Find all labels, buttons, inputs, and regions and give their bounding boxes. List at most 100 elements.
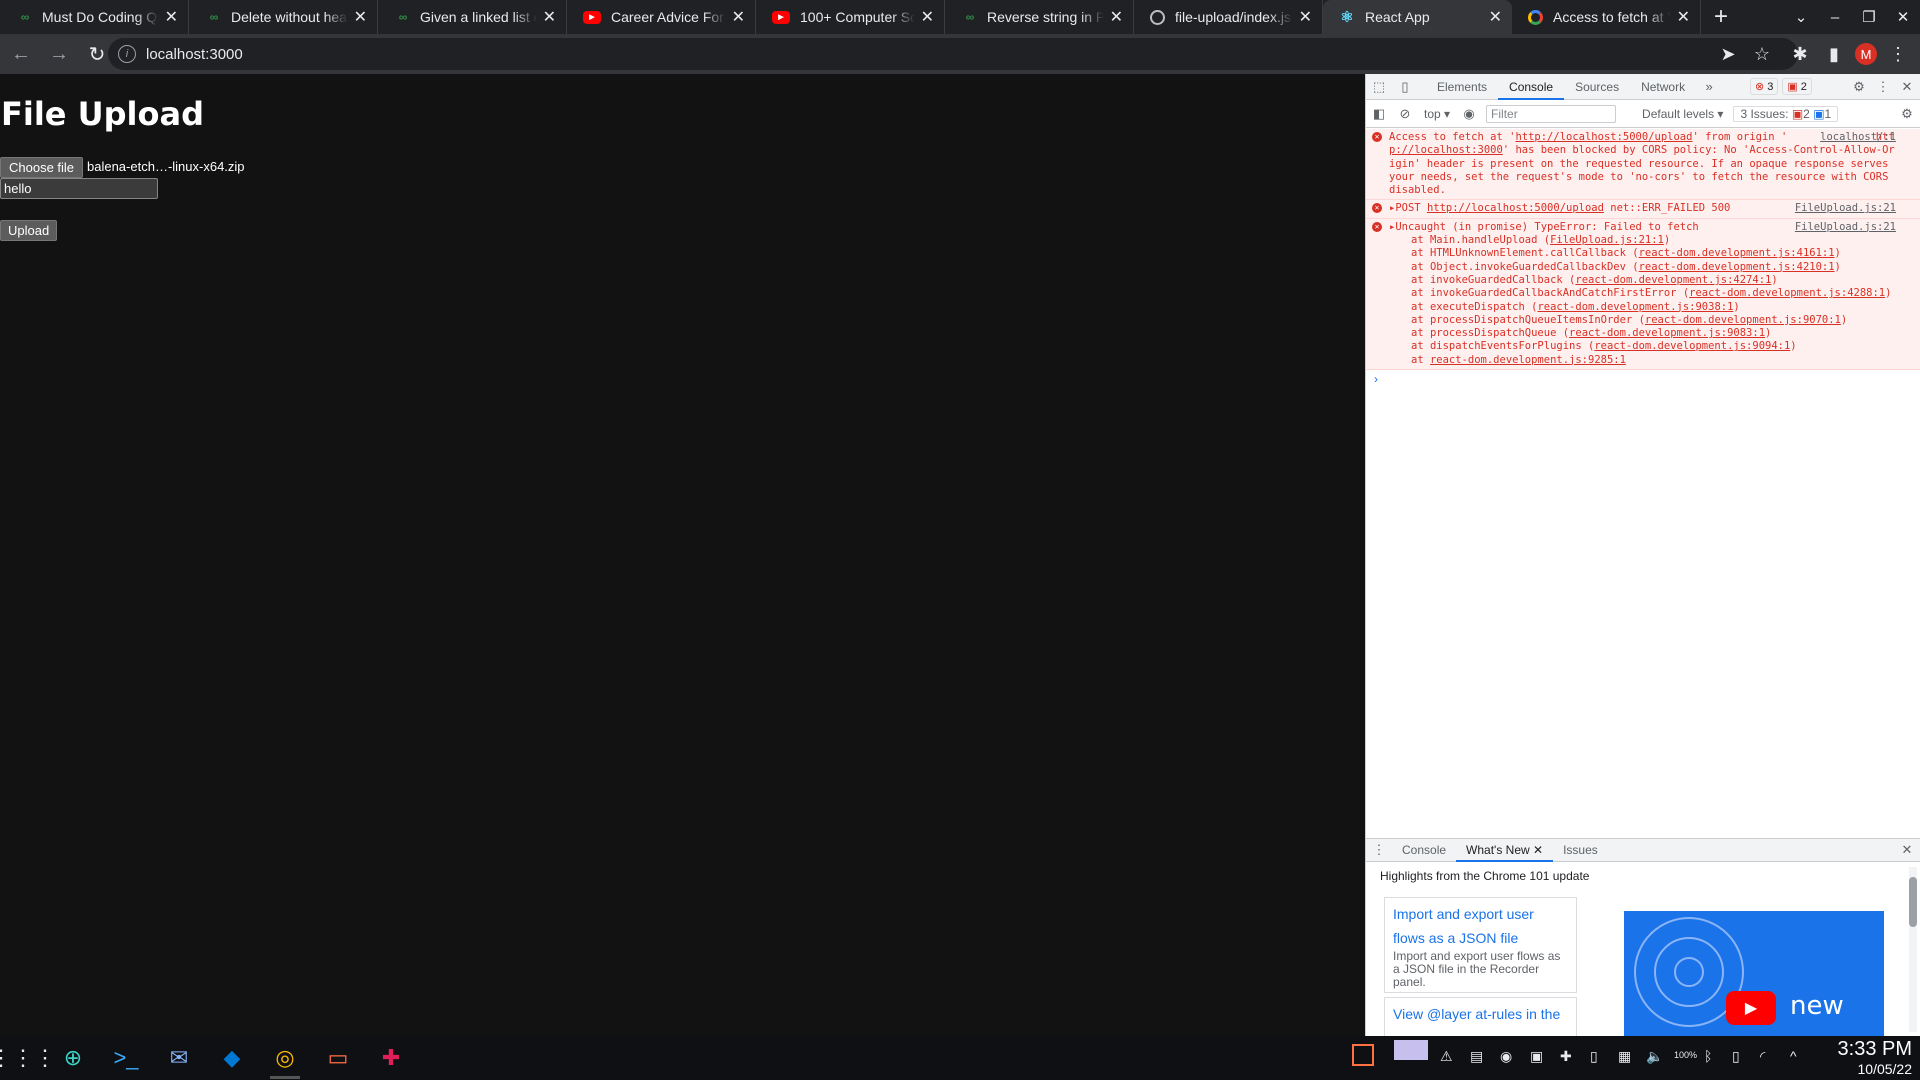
back-icon[interactable]: ← [4, 37, 38, 71]
tray-expand-icon[interactable]: ^ [1790, 1048, 1797, 1064]
slack-icon[interactable]: ✚ [372, 1040, 410, 1076]
close-tab-icon[interactable]: ✕ [1489, 7, 1502, 27]
mail-icon[interactable]: ✉ [160, 1040, 198, 1076]
source-link[interactable]: react-dom.development.js:4210:1 [1639, 261, 1835, 273]
console-filter-input[interactable]: Filter [1486, 104, 1617, 123]
maximize-icon[interactable]: ❐ [1852, 0, 1886, 34]
log-levels-select[interactable]: Default levels ▾ [1636, 107, 1729, 121]
site-info-icon[interactable]: i [118, 45, 136, 63]
url-link[interactable]: http://localhost:5000/upload [1515, 131, 1692, 143]
devtools-menu-icon[interactable]: ⋮ [1870, 74, 1896, 100]
files-icon[interactable]: ▭ [319, 1040, 357, 1076]
system-clock[interactable]: 3:33 PM 10/05/22 [1838, 1038, 1912, 1078]
drawer-tab[interactable]: What's New ✕ [1456, 839, 1554, 862]
clear-console-icon[interactable]: ⊘ [1392, 101, 1418, 127]
side-panel-icon[interactable]: ▮ [1817, 37, 1851, 71]
vscode-icon[interactable]: ◆ [213, 1040, 251, 1076]
active-window-preview[interactable] [1394, 1040, 1428, 1060]
screen-record-icon[interactable] [1352, 1044, 1374, 1066]
kebab-menu-icon[interactable]: ⋮ [1881, 37, 1915, 71]
issue-count-badge[interactable]: ▣ 2 [1782, 78, 1812, 95]
terminal-icon[interactable]: >_ [107, 1040, 145, 1076]
source-link[interactable]: react-dom.development.js:9285:1 [1430, 354, 1626, 366]
wifi-icon[interactable]: ◜ [1760, 1048, 1765, 1065]
url-link[interactable]: http://localhost:5000/upload [1427, 202, 1604, 214]
forward-icon[interactable]: → [42, 37, 76, 71]
browser-tab[interactable]: Access to fetch at 'ht ✕ [1512, 0, 1701, 34]
devtools-tab[interactable]: Network [1630, 74, 1696, 100]
package-icon[interactable]: ▣ [1530, 1048, 1543, 1065]
devtools-tab[interactable]: Elements [1426, 74, 1498, 100]
source-link[interactable]: FileUpload.js:21:1 [1550, 234, 1664, 246]
feature-card[interactable]: View @layer at-rules in the [1384, 997, 1577, 1037]
close-tab-icon[interactable]: ✕ [354, 7, 367, 27]
bluetooth-icon[interactable]: ᛒ [1704, 1048, 1712, 1064]
volume-icon[interactable]: 🔈 [1646, 1048, 1663, 1065]
browser-tab[interactable]: ▶ 100+ Computer Scie ✕ [756, 0, 945, 34]
source-link[interactable]: react-dom.development.js:9038:1 [1537, 301, 1733, 313]
minimize-icon[interactable]: – [1818, 0, 1852, 34]
message-source-link[interactable]: FileUpload.js:21 [1795, 221, 1896, 234]
settings-gear-icon[interactable]: ⚙ [1846, 74, 1872, 100]
close-window-icon[interactable]: ✕ [1886, 0, 1920, 34]
source-link[interactable]: react-dom.development.js:4288:1 [1689, 287, 1885, 299]
app-launcher-icon[interactable]: ⋮⋮⋮ [0, 1040, 56, 1076]
drawer-tab[interactable]: Issues [1553, 839, 1608, 862]
source-link[interactable]: react-dom.development.js:9094:1 [1594, 340, 1790, 352]
slack-tray-icon[interactable]: ✚ [1560, 1048, 1572, 1065]
browser-tab[interactable]: ∞ Given a linked list of ✕ [378, 0, 567, 34]
browser-tab[interactable]: ∞ Delete without head ✕ [189, 0, 378, 34]
device-toolbar-icon[interactable]: ▯ [1392, 74, 1418, 100]
browser-tab[interactable]: ∞ Must Do Coding Qu ✕ [0, 0, 189, 34]
download-manager-icon[interactable]: ⊕ [54, 1040, 92, 1076]
devtools-tab[interactable]: Sources [1564, 74, 1630, 100]
more-tabs-icon[interactable]: » [1696, 74, 1722, 100]
chrome-icon[interactable]: ◎ [266, 1040, 304, 1079]
clipboard-icon[interactable]: ▦ [1618, 1048, 1631, 1065]
profile-avatar[interactable]: M [1849, 37, 1883, 71]
game-icon[interactable]: ◉ [1500, 1048, 1512, 1065]
browser-tab[interactable]: ∞ Reverse string in Pyt ✕ [945, 0, 1134, 34]
drawer-scrollbar[interactable] [1909, 867, 1917, 1032]
error-headline[interactable]: ▸Uncaught (in promise) TypeError: Failed… [1389, 221, 1699, 233]
browser-tab[interactable]: ⚛ React App ✕ [1323, 0, 1512, 34]
live-expression-eye-icon[interactable]: ◉ [1456, 101, 1482, 127]
close-tab-icon[interactable]: ✕ [1677, 7, 1690, 27]
choose-file-button[interactable]: Choose file [0, 157, 84, 178]
close-drawer-icon[interactable]: ✕ [1894, 837, 1920, 863]
source-link[interactable]: react-dom.development.js:4161:1 [1639, 247, 1835, 259]
address-bar[interactable]: i localhost:3000 [108, 38, 1798, 70]
close-tab-icon[interactable]: ✕ [732, 7, 745, 27]
issues-button[interactable]: 3 Issues: ▣2 ▣1 [1733, 105, 1839, 122]
text-input[interactable]: hello [0, 178, 158, 199]
source-link[interactable]: react-dom.development.js:9083:1 [1569, 327, 1765, 339]
drawer-tab[interactable]: Console [1392, 839, 1456, 862]
play-icon[interactable]: ▶ [1726, 991, 1776, 1025]
send-icon[interactable]: ➤ [1711, 37, 1745, 71]
feature-card[interactable]: Import and export user flows as a JSON f… [1384, 897, 1577, 993]
message-source-link[interactable]: localhost/:1 [1820, 131, 1896, 144]
source-link[interactable]: react-dom.development.js:4274:1 [1575, 274, 1771, 286]
devtools-tab[interactable]: Console [1498, 74, 1565, 100]
device-icon[interactable]: ▯ [1590, 1048, 1598, 1065]
sidebar-toggle-icon[interactable]: ◧ [1366, 101, 1392, 127]
browser-tab[interactable]: file-upload/index.js a ✕ [1134, 0, 1323, 34]
upload-button[interactable]: Upload [0, 220, 58, 241]
message-source-link[interactable]: FileUpload.js:21 [1795, 202, 1896, 215]
close-tab-icon[interactable]: ✕ [921, 7, 934, 27]
battery-icon[interactable]: 100% [1674, 1050, 1697, 1060]
error-count-badge[interactable]: ⊗ 3 [1750, 78, 1779, 95]
bookmark-star-icon[interactable]: ☆ [1745, 37, 1779, 71]
close-tab-icon[interactable]: ✕ [1299, 7, 1312, 27]
source-link[interactable]: react-dom.development.js:9070:1 [1645, 314, 1841, 326]
tab-search-icon[interactable]: ⌄ [1784, 0, 1818, 34]
feature-card-title[interactable]: View @layer at-rules in the [1393, 1002, 1568, 1026]
feature-card-title[interactable]: Import and export user flows as a JSON f… [1393, 902, 1568, 950]
extensions-icon[interactable]: ✱ [1783, 37, 1817, 71]
close-tab-icon[interactable]: ✕ [165, 7, 178, 27]
close-devtools-icon[interactable]: ✕ [1894, 74, 1920, 100]
close-tab-icon[interactable]: ✕ [1530, 843, 1543, 857]
new-tab-button[interactable]: + [1701, 0, 1741, 34]
close-tab-icon[interactable]: ✕ [1110, 7, 1123, 27]
console-prompt[interactable]: › [1366, 370, 1920, 388]
